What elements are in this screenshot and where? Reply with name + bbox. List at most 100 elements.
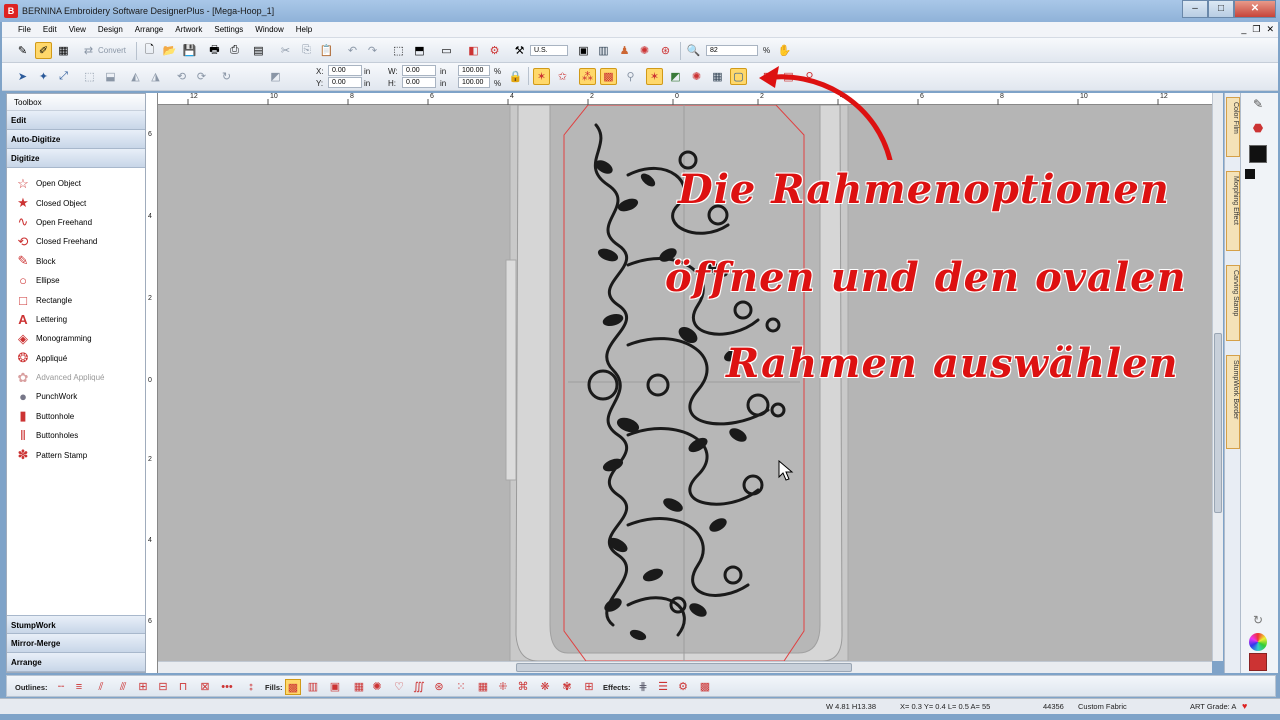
target-icon[interactable]: ⊛ [657, 42, 674, 59]
fill-contour-icon[interactable]: ▦ [351, 679, 367, 695]
menu-file[interactable]: File [12, 25, 37, 34]
new-design-icon[interactable]: ✎ [14, 42, 31, 59]
tool-closed-freehand[interactable]: ⟲ Closed Freehand [7, 232, 145, 251]
save-icon[interactable]: 💾 [181, 42, 198, 59]
grid-icon[interactable]: ▦ [709, 68, 726, 85]
color-swatch-black[interactable] [1249, 145, 1267, 163]
tool-pattern-stamp[interactable]: ✽ Pattern Stamp [7, 445, 145, 464]
zoom-field[interactable]: 82 [706, 45, 758, 56]
section-edit[interactable]: Edit [7, 111, 145, 130]
menu-artwork[interactable]: Artwork [169, 25, 208, 34]
fill-heart-icon[interactable]: ♡ [391, 679, 407, 695]
horizontal-scroll-thumb[interactable] [516, 663, 852, 672]
convert-label[interactable]: Convert [98, 46, 126, 55]
show-design-icon[interactable]: ✶ [646, 68, 663, 85]
tool-advanced-applique[interactable]: ✿ Advanced Appliqué [7, 368, 145, 387]
vertical-scrollbar[interactable] [1212, 93, 1223, 661]
outline-triple-icon[interactable]: ≡ [71, 679, 87, 695]
fill-sculpture-icon[interactable]: ⌘ [515, 679, 531, 695]
refresh-icon[interactable]: ↻ [1249, 613, 1267, 631]
outline-bean-icon[interactable]: ••• [219, 679, 235, 695]
pan-hand-icon[interactable]: ✋ [776, 42, 793, 59]
fill-satin-icon[interactable]: ▥ [305, 679, 321, 695]
fill-step-icon[interactable]: ▣ [327, 679, 343, 695]
new-file-icon[interactable]: 🗋 [141, 42, 158, 59]
fill-motif-icon[interactable]: ⁙ [453, 679, 469, 695]
outline-raised-icon[interactable]: ⊟ [155, 679, 171, 695]
outline-step-icon[interactable]: ⊞ [135, 679, 151, 695]
tool-closed-object[interactable]: ★ Closed Object [7, 193, 145, 212]
scale-y-field[interactable]: 100.00 [458, 77, 490, 88]
section-auto-digitize[interactable]: Auto-Digitize [7, 130, 145, 149]
menu-settings[interactable]: Settings [208, 25, 249, 34]
show-fabric-icon[interactable]: ✺ [688, 68, 705, 85]
needle-icon[interactable]: ⚲ [622, 68, 639, 85]
polygon-select-icon[interactable]: ✦ [35, 68, 52, 85]
tatami-icon[interactable]: ▩ [600, 68, 617, 85]
fill-radial-icon[interactable]: ✺ [369, 679, 385, 695]
fill-tatami-icon[interactable]: ▩ [285, 679, 301, 695]
tool-ellipse[interactable]: ○ Ellipse [7, 271, 145, 290]
zoom-icon[interactable]: 🔍 [685, 42, 702, 59]
transform-icon[interactable]: ⬒ [411, 42, 428, 59]
select-arrow-icon[interactable]: ➤ [14, 68, 31, 85]
color-wheel-icon[interactable] [1249, 633, 1267, 651]
effect-trapunto-icon[interactable]: ⋕ [635, 679, 651, 695]
docker-color-film[interactable]: Color Film [1226, 97, 1240, 157]
tool-open-freehand[interactable]: ∿ Open Freehand [7, 213, 145, 232]
show-artwork-icon[interactable]: ◩ [667, 68, 684, 85]
effect-gradient-icon[interactable]: ☰ [655, 679, 671, 695]
maximize-button[interactable]: □ [1208, 0, 1234, 18]
thread-spool-icon[interactable] [1249, 653, 1267, 671]
tool-applique[interactable]: ❂ Appliqué [7, 349, 145, 368]
menu-view[interactable]: View [63, 25, 92, 34]
horizontal-scrollbar[interactable] [158, 661, 1212, 673]
eyedropper-icon[interactable]: ✎ [1249, 97, 1267, 115]
menu-edit[interactable]: Edit [37, 25, 63, 34]
color-icon[interactable]: ◧ [465, 42, 482, 59]
print-preview-icon[interactable]: ⎙ [226, 42, 243, 59]
fill-lace-icon[interactable]: ✾ [559, 679, 575, 695]
close-button[interactable]: ✕ [1234, 0, 1276, 18]
doc-close-icon[interactable]: ✕ [1266, 24, 1274, 35]
paste-icon[interactable]: 📋 [318, 42, 335, 59]
copy-icon[interactable]: ⎘ [298, 42, 315, 59]
outline-single-icon[interactable]: ╌ [53, 679, 69, 695]
rotate-right-icon[interactable]: ⟳ [193, 68, 210, 85]
swirl-icon[interactable]: ✺ [636, 42, 653, 59]
artwork-canvas-icon[interactable]: ✐ [35, 42, 52, 59]
reshape-icon[interactable]: ⤢ [55, 68, 72, 85]
outline-e-stitch-icon[interactable]: ⊓ [175, 679, 191, 695]
outline-candle-icon[interactable]: ⦂ [243, 679, 259, 695]
fill-cross-icon[interactable]: ▦ [475, 679, 491, 695]
menu-arrange[interactable]: Arrange [129, 25, 169, 34]
convert-icon[interactable]: ⇄ [80, 42, 97, 59]
section-mirror-merge[interactable]: Mirror-Merge [7, 634, 145, 653]
mirror-v-icon[interactable]: ◮ [147, 68, 164, 85]
mirror-h-icon[interactable]: ◭ [127, 68, 144, 85]
rotate-angle-icon[interactable]: ↻ [218, 68, 235, 85]
outline-blanket-icon[interactable]: ⫻ [115, 679, 131, 695]
effect-grid-icon[interactable]: ▩ [697, 679, 713, 695]
section-digitize[interactable]: Digitize [7, 149, 145, 168]
units-select[interactable]: U.S. [530, 45, 568, 56]
tool-monogramming[interactable]: ◈ Monogramming [7, 329, 145, 348]
doc-minimize-icon[interactable]: _ [1241, 24, 1246, 35]
rotate-left-icon[interactable]: ⟲ [173, 68, 190, 85]
cut-icon[interactable]: ✂ [277, 42, 294, 59]
tool-block[interactable]: ✎ Block [7, 252, 145, 271]
embroidery-canvas-icon[interactable]: ▦ [55, 42, 72, 59]
menu-help[interactable]: Help [290, 25, 318, 34]
tool-rectangle[interactable]: □ Rectangle [7, 290, 145, 309]
design-view-icon[interactable]: ▥ [595, 42, 612, 59]
docker-morphing-effect[interactable]: Morphing Effect [1226, 171, 1240, 251]
color-swatch-small[interactable] [1245, 169, 1255, 179]
menu-design[interactable]: Design [92, 25, 129, 34]
outline-satin-icon[interactable]: ⫽ [93, 679, 109, 695]
select-all-icon[interactable]: ⬚ [390, 42, 407, 59]
docker-stumpwork-border[interactable]: StumpWork Border [1226, 355, 1240, 449]
open-file-icon[interactable]: 📂 [161, 42, 178, 59]
scale-icon[interactable]: ⬚ [81, 68, 98, 85]
effect-gear-icon[interactable]: ⚙ [675, 679, 691, 695]
export-icon[interactable]: ▤ [250, 42, 267, 59]
